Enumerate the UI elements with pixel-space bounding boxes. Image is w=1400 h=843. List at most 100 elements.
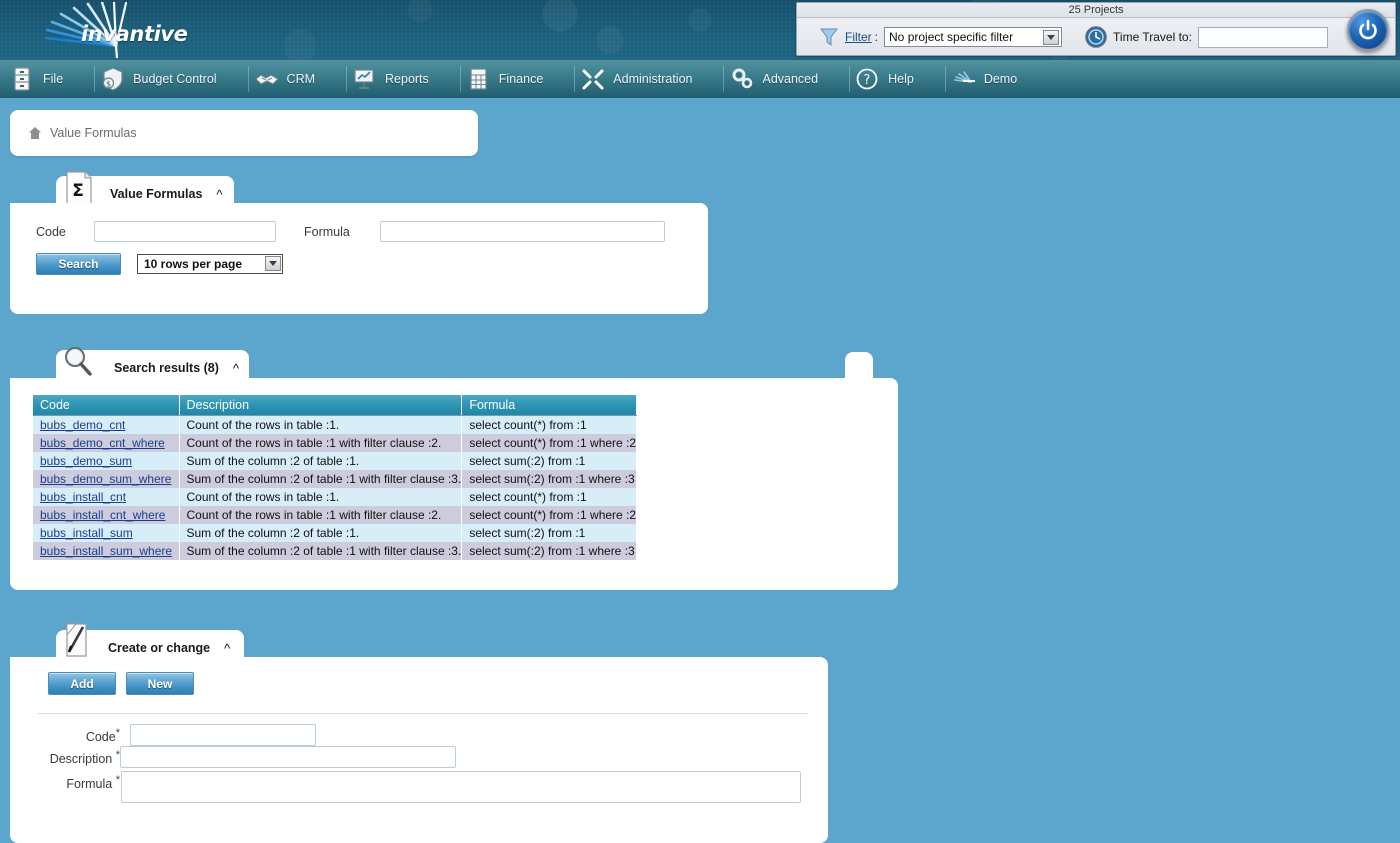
menu-item-budget-control[interactable]: $ Budget Control [94, 60, 225, 98]
cell-code: bubs_demo_sum_where [33, 469, 180, 488]
new-button[interactable]: New [126, 672, 194, 695]
file-cabinet-icon [10, 66, 34, 92]
breadcrumb-text[interactable]: Value Formulas [50, 126, 137, 140]
cell-description: Count of the rows in table :1. [179, 415, 463, 434]
menu-item-file[interactable]: File [0, 60, 72, 98]
table-row[interactable]: bubs_demo_cnt_where Count of the rows in… [33, 433, 638, 452]
results-panel-title: Search results (8) [114, 361, 219, 375]
cell-description: Sum of the column :2 of table :1. [179, 451, 463, 470]
invantive-small-icon [951, 66, 975, 92]
table-row[interactable]: bubs_demo_cnt Count of the rows in table… [33, 415, 638, 434]
edit-code-label-text: Code [85, 730, 116, 745]
required-mark: * [115, 774, 120, 786]
results-panel-collapse-icon[interactable]: ^ [233, 362, 239, 375]
search-panel-collapse-icon[interactable]: ^ [216, 188, 222, 201]
table-row[interactable]: bubs_install_sum Sum of the column :2 of… [33, 523, 638, 542]
time-travel-label: Time Travel to: [1113, 30, 1192, 44]
table-row[interactable]: bubs_install_cnt_where Count of the rows… [33, 505, 638, 524]
cell-code: bubs_install_sum [33, 523, 180, 542]
cell-formula: select count(*) from :1 [461, 487, 638, 506]
code-link[interactable]: bubs_install_cnt [40, 490, 126, 504]
menu-item-reports[interactable]: Reports [346, 60, 438, 98]
table-row[interactable]: bubs_demo_sum Sum of the column :2 of ta… [33, 451, 638, 470]
svg-text:?: ? [864, 73, 871, 88]
column-header-code[interactable]: Code [33, 395, 180, 416]
code-link[interactable]: bubs_demo_sum [40, 454, 132, 468]
add-button[interactable]: Add [48, 672, 116, 695]
pen-paper-icon [62, 622, 92, 657]
code-link[interactable]: bubs_demo_cnt [40, 418, 125, 432]
breadcrumb: Value Formulas [10, 110, 478, 156]
menu-item-advanced[interactable]: Advanced [723, 60, 827, 98]
edit-panel-collapse-icon[interactable]: ^ [224, 642, 230, 655]
code-link[interactable]: bubs_install_cnt_where [40, 508, 165, 522]
cell-description: Count of the rows in table :1 with filte… [179, 505, 463, 524]
cell-code: bubs_demo_sum [33, 451, 180, 470]
filter-link[interactable]: Filter [845, 30, 872, 44]
column-header-description[interactable]: Description [179, 395, 463, 416]
menu-label-advanced: Advanced [762, 72, 819, 86]
column-header-formula[interactable]: Formula [461, 395, 638, 416]
cell-description: Count of the rows in table :1 with filte… [179, 433, 463, 452]
logo-wordmark: invantive [81, 22, 188, 46]
cell-code: bubs_demo_cnt [33, 415, 180, 434]
code-link[interactable]: bubs_demo_sum_where [40, 472, 171, 486]
home-icon[interactable] [28, 126, 42, 140]
code-link[interactable]: bubs_install_sum_where [40, 544, 172, 558]
cell-formula: select count(*) from :1 where :2 [461, 433, 638, 452]
menu-item-demo[interactable]: Demo [944, 60, 1026, 98]
table-header-row: Code Description Formula [33, 395, 638, 416]
power-icon [1359, 19, 1377, 40]
results-table-body: bubs_demo_cnt Count of the rows in table… [33, 415, 638, 560]
cell-description: Sum of the column :2 of table :1 with fi… [179, 469, 463, 488]
menu-label-administration: Administration [613, 72, 693, 86]
table-row[interactable]: bubs_demo_sum_where Sum of the column :2… [33, 469, 638, 488]
menu-label-crm: CRM [286, 72, 316, 86]
menu-item-crm[interactable]: CRM [247, 60, 324, 98]
project-filter-panel: 25 Projects Filter : No project specific… [796, 2, 1396, 56]
table-row[interactable]: bubs_install_cnt Count of the rows in ta… [33, 487, 638, 506]
edit-formula-input[interactable] [121, 771, 801, 803]
search-code-input[interactable] [94, 221, 276, 242]
invantive-logo[interactable]: invantive [28, 0, 198, 60]
cell-formula: select sum(:2) from :1 [461, 523, 638, 542]
shield-dollar-icon: $ [100, 66, 124, 92]
cell-code: bubs_install_sum_where [33, 541, 180, 560]
rows-per-page-value: 10 rows per page [144, 257, 243, 271]
calculator-icon [466, 66, 490, 92]
menu-item-administration[interactable]: Administration [574, 60, 701, 98]
edit-code-label: Code* [68, 727, 120, 744]
edit-description-input[interactable] [120, 746, 456, 768]
menu-item-finance[interactable]: Finance [459, 60, 552, 98]
menu-item-help[interactable]: ? Help [849, 60, 923, 98]
code-link[interactable]: bubs_demo_cnt_where [40, 436, 165, 450]
presentation-chart-icon [352, 66, 376, 92]
time-travel-input[interactable] [1197, 26, 1328, 48]
project-filter-select[interactable]: No project specific filter [884, 27, 1063, 47]
chevron-down-icon[interactable] [1043, 30, 1060, 45]
cell-formula: select count(*) from :1 where :2 [461, 505, 638, 524]
cell-formula: select count(*) from :1 [461, 415, 638, 434]
chevron-down-icon[interactable] [265, 256, 281, 271]
code-link[interactable]: bubs_install_sum [40, 526, 133, 540]
search-code-label: Code [36, 225, 66, 239]
menu-label-file: File [43, 72, 64, 86]
cell-code: bubs_demo_cnt_where [33, 433, 180, 452]
svg-text:Σ: Σ [72, 181, 84, 201]
power-button[interactable] [1347, 9, 1389, 51]
edit-code-input[interactable] [130, 724, 316, 746]
menu-label-help: Help [888, 72, 914, 86]
cell-formula: select sum(:2) from :1 [461, 451, 638, 470]
search-formula-input[interactable] [380, 221, 665, 242]
search-button[interactable]: Search [36, 253, 121, 275]
edit-description-label-text: Description [49, 752, 113, 767]
rows-per-page-select[interactable]: 10 rows per page [137, 254, 283, 274]
menu-label-finance: Finance [498, 72, 544, 86]
question-circle-icon: ? [855, 66, 879, 92]
table-row[interactable]: bubs_install_sum_where Sum of the column… [33, 541, 638, 560]
gears-icon [729, 66, 753, 92]
form-divider [38, 713, 808, 714]
filter-colon: : [874, 30, 879, 44]
results-table: Code Description Formula bubs_demo_cnt C… [33, 395, 638, 560]
cell-code: bubs_install_cnt_where [33, 505, 180, 524]
